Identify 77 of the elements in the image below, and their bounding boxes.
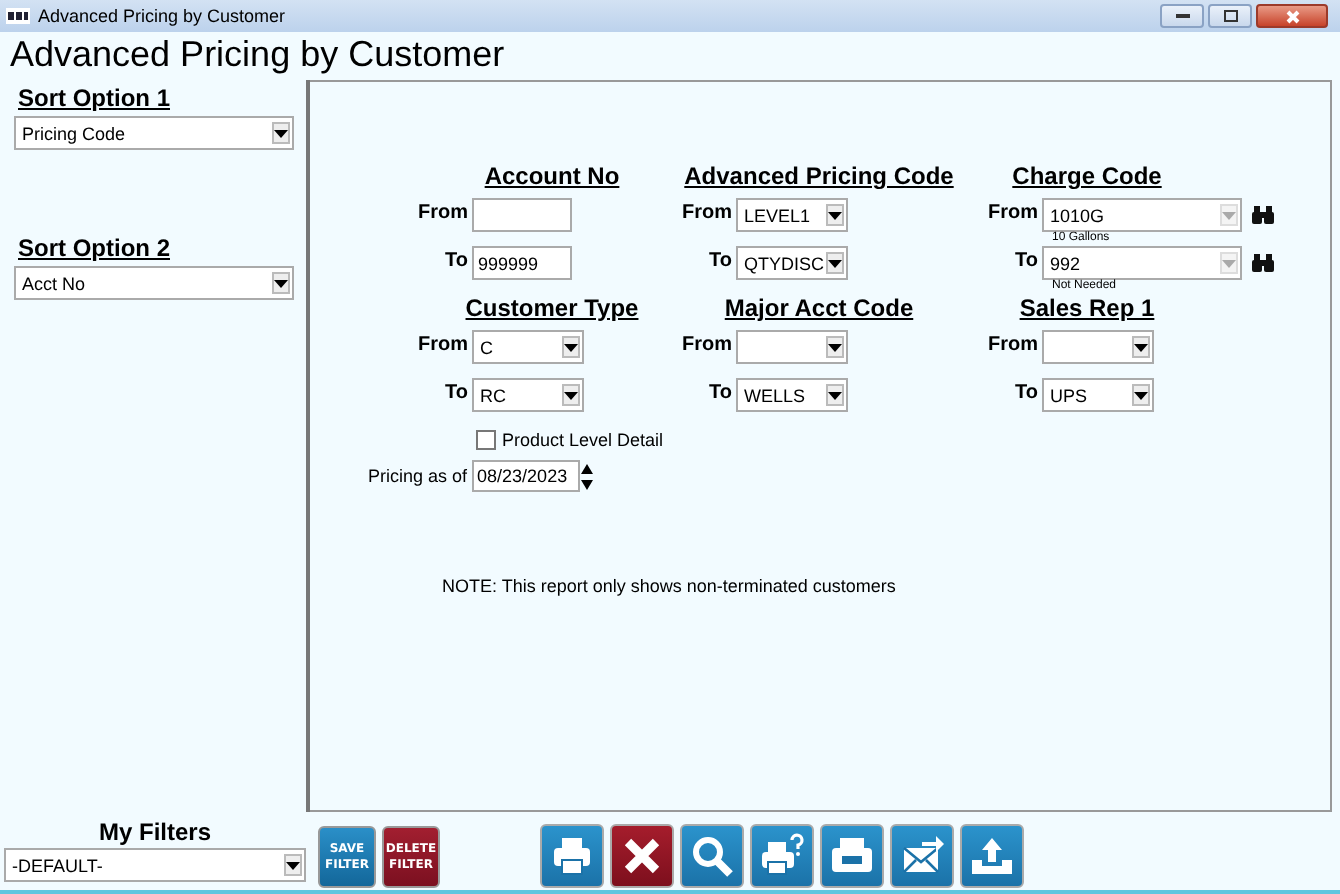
section-heading: Customer Type [463, 294, 641, 326]
caret-icon [274, 279, 288, 287]
note-text: NOTE: This report only shows non-terminated customers [442, 576, 898, 596]
field-label: To [707, 248, 734, 276]
binoculars-icon [1252, 254, 1274, 272]
caret-icon [1222, 211, 1236, 219]
window-title: Advanced Pricing by Customer [38, 6, 288, 26]
dropdown[interactable]: LEVEL1 [736, 198, 848, 232]
search-icon [688, 832, 736, 880]
dropdown[interactable]: 992 [1042, 246, 1242, 280]
minimize-icon [1175, 14, 1189, 18]
up-down-icon [580, 461, 595, 491]
checkbox-label: Product Level Detail [502, 430, 664, 450]
caret-icon [1222, 259, 1236, 267]
input-field[interactable] [472, 198, 572, 232]
field-label: To [1013, 248, 1040, 276]
field-label: To [443, 248, 470, 276]
caret-icon [828, 391, 842, 399]
section-heading: Major Acct Code [722, 294, 916, 326]
spinner-button[interactable] [579, 460, 596, 492]
printer-icon [548, 832, 596, 880]
dropdown[interactable]: QTYDISC [736, 246, 848, 280]
input-field[interactable]: 999999 [472, 246, 572, 280]
dropdown[interactable]: RC [472, 378, 584, 412]
binoculars-icon [1252, 206, 1274, 224]
export-button[interactable] [960, 824, 1024, 888]
app-icon [6, 8, 30, 24]
field-label: To [707, 380, 734, 408]
field-label: From [986, 200, 1040, 228]
date-field[interactable]: 08/23/2023 [471, 460, 580, 492]
caret-icon [828, 343, 842, 351]
lookup-button[interactable] [1248, 200, 1278, 230]
field-label: From [680, 200, 734, 228]
dropdown[interactable]: Acct No [14, 266, 294, 300]
dropdown[interactable]: 1010G [1042, 198, 1242, 232]
dropdown[interactable]: UPS [1042, 378, 1154, 412]
email-button[interactable] [890, 824, 954, 888]
cancel-button[interactable] [610, 824, 674, 888]
section-heading: My Filters [96, 818, 213, 848]
fax-button[interactable] [820, 824, 884, 888]
section-heading: Sort Option 2 [16, 234, 172, 266]
close-icon [1285, 9, 1299, 23]
field-label: From [680, 332, 734, 360]
field-label: To [443, 380, 470, 408]
preview-button[interactable] [680, 824, 744, 888]
caret-icon [828, 211, 842, 219]
section-heading: Advanced Pricing Code [682, 162, 956, 194]
dropdown[interactable]: -DEFAULT- [4, 848, 306, 882]
checkbox[interactable] [476, 430, 496, 450]
caret-icon [286, 861, 300, 869]
section-heading: Charge Code [1010, 162, 1164, 194]
section-heading: Account No [482, 162, 622, 194]
maximize-icon [1223, 10, 1237, 22]
field-label: From [416, 200, 470, 228]
maximize-button[interactable] [1208, 4, 1252, 28]
caret-icon [564, 391, 578, 399]
print-setup-button[interactable] [750, 824, 814, 888]
close-button[interactable] [1256, 4, 1328, 28]
caret-icon [274, 129, 288, 137]
dropdown[interactable]: Pricing Code [14, 116, 294, 150]
section-heading: Sales Rep 1 [1017, 294, 1157, 326]
caret-icon [1134, 343, 1148, 351]
printer-question-icon [758, 832, 806, 880]
field-label: From [986, 332, 1040, 360]
caret-icon [828, 259, 842, 267]
field-label: From [416, 332, 470, 360]
dropdown[interactable]: WELLS [736, 378, 848, 412]
field-label: Pricing as of [368, 466, 470, 486]
section-heading: Sort Option 1 [16, 84, 172, 116]
lookup-button[interactable] [1248, 248, 1278, 278]
page-heading: Advanced Pricing by Customer [8, 32, 507, 78]
caret-icon [564, 343, 578, 351]
field-label: To [1013, 380, 1040, 408]
dropdown[interactable]: C [472, 330, 584, 364]
print-button[interactable] [540, 824, 604, 888]
caret-icon [1134, 391, 1148, 399]
minimize-button[interactable] [1160, 4, 1204, 28]
